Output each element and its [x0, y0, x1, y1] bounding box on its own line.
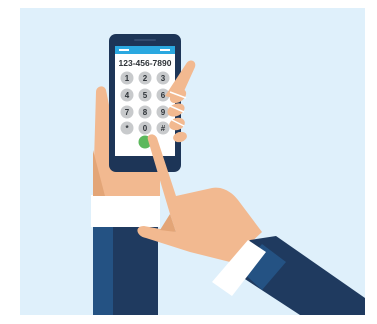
keypad-key-label: # — [161, 124, 166, 133]
keypad-key-label: 3 — [161, 74, 166, 83]
keypad-key[interactable]: 8 — [138, 105, 152, 119]
keypad-key[interactable]: # — [156, 121, 170, 135]
keypad-key-label: 4 — [125, 91, 130, 100]
keypad-key-label: 8 — [143, 108, 148, 117]
phone: 123-456-7890 1 2 3 4 5 6 7 8 9 * 0 # — [109, 34, 181, 172]
keypad-key[interactable]: 3 — [156, 71, 170, 85]
keypad-key-label: 2 — [143, 74, 148, 83]
left-sleeve-highlight — [93, 225, 113, 315]
keypad-key[interactable]: 4 — [120, 88, 134, 102]
dialed-number: 123-456-7890 — [119, 58, 172, 68]
keypad-key-label: 7 — [125, 108, 130, 117]
keypad-key[interactable]: 0 — [138, 121, 152, 135]
keypad-key[interactable]: 1 — [120, 71, 134, 85]
status-icon — [160, 49, 170, 51]
keypad-key-label: 1 — [125, 74, 130, 83]
keypad-key-label: 5 — [143, 91, 148, 100]
keypad-key-label: 6 — [161, 91, 166, 100]
illustration: 123-456-7890 1 2 3 4 5 6 7 8 9 * 0 # — [20, 8, 365, 315]
keypad-key[interactable]: 5 — [138, 88, 152, 102]
keypad-key[interactable]: 2 — [138, 71, 152, 85]
keypad-key[interactable]: * — [120, 121, 134, 135]
left-arm — [91, 195, 160, 315]
left-cuff — [91, 195, 160, 227]
keypad-key-label: 9 — [161, 108, 166, 117]
keypad-key-label: 0 — [143, 124, 148, 133]
keypad-key[interactable]: 7 — [120, 105, 134, 119]
menu-icon — [119, 49, 129, 51]
speaker-slot — [134, 39, 156, 41]
